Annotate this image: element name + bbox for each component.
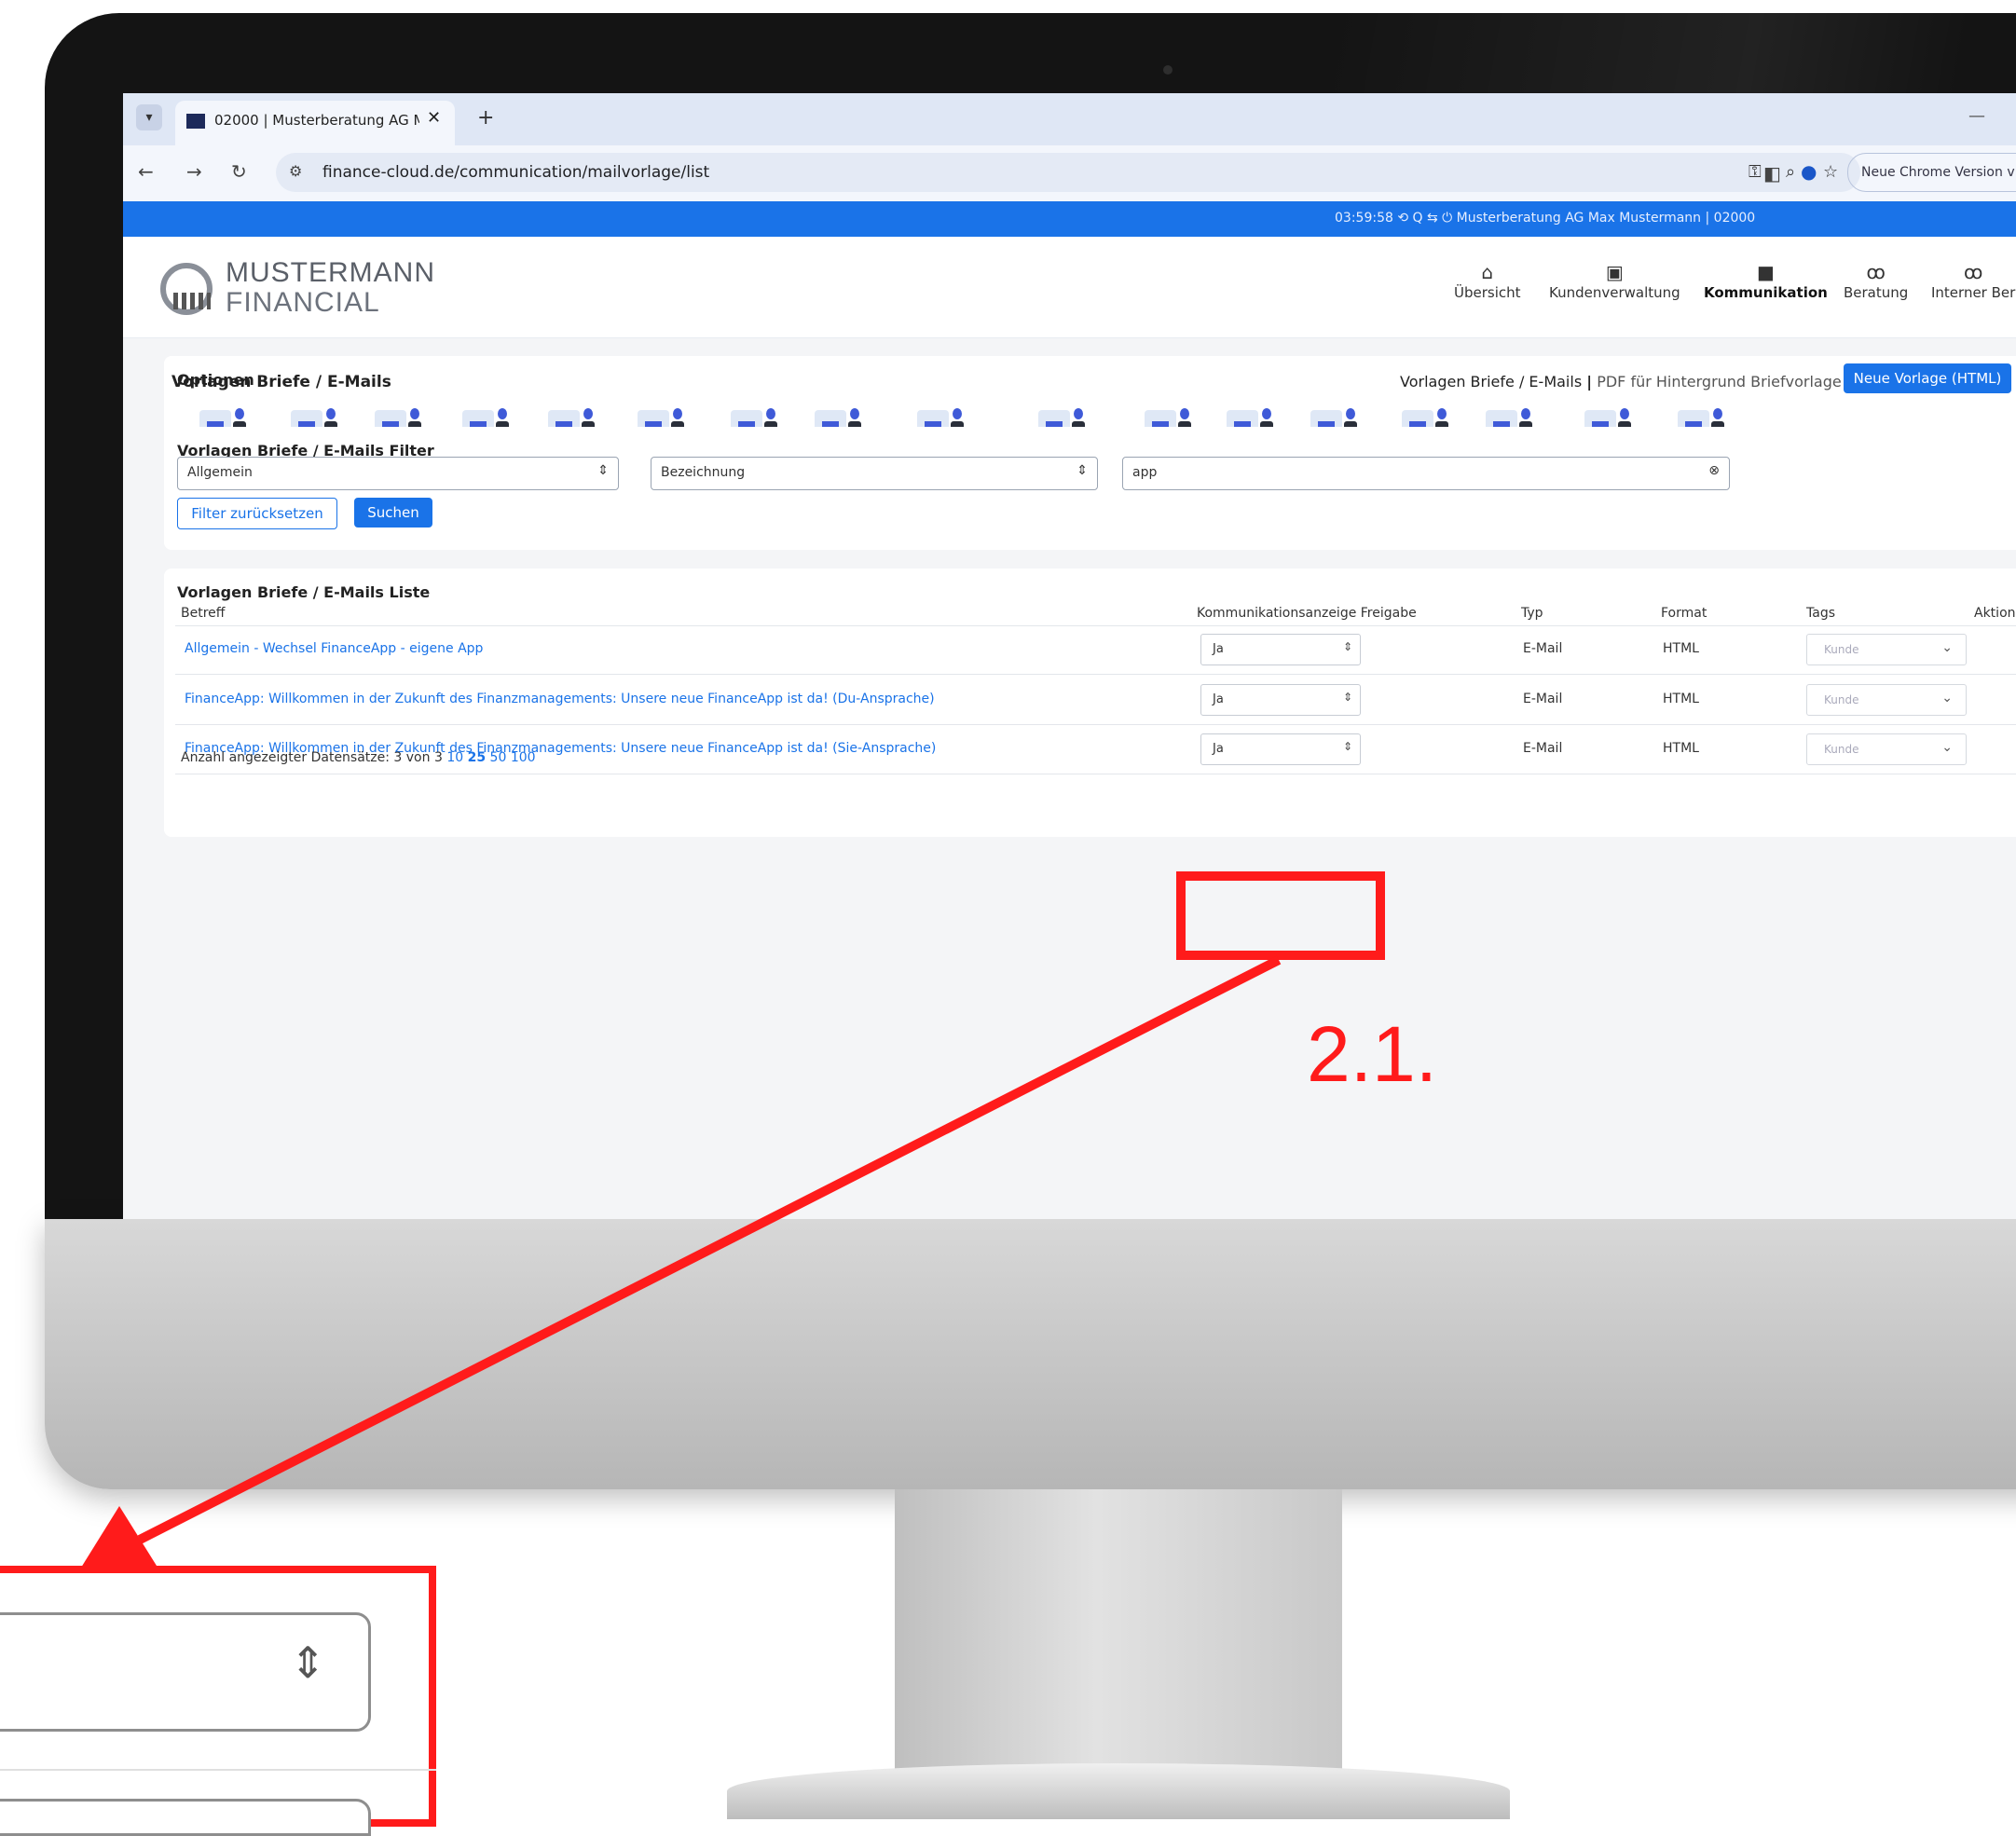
zoom-divider — [0, 1769, 436, 1771]
zoomed-select-callout: ⇕ — [0, 1566, 436, 1836]
arrow-line — [137, 955, 1282, 1544]
zoomed-select-freigabe: ⇕ — [0, 1612, 371, 1732]
select-arrow-icon: ⇕ — [290, 1638, 326, 1687]
zoomed-select-next — [0, 1799, 371, 1836]
annotation-arrow — [76, 955, 1282, 1575]
